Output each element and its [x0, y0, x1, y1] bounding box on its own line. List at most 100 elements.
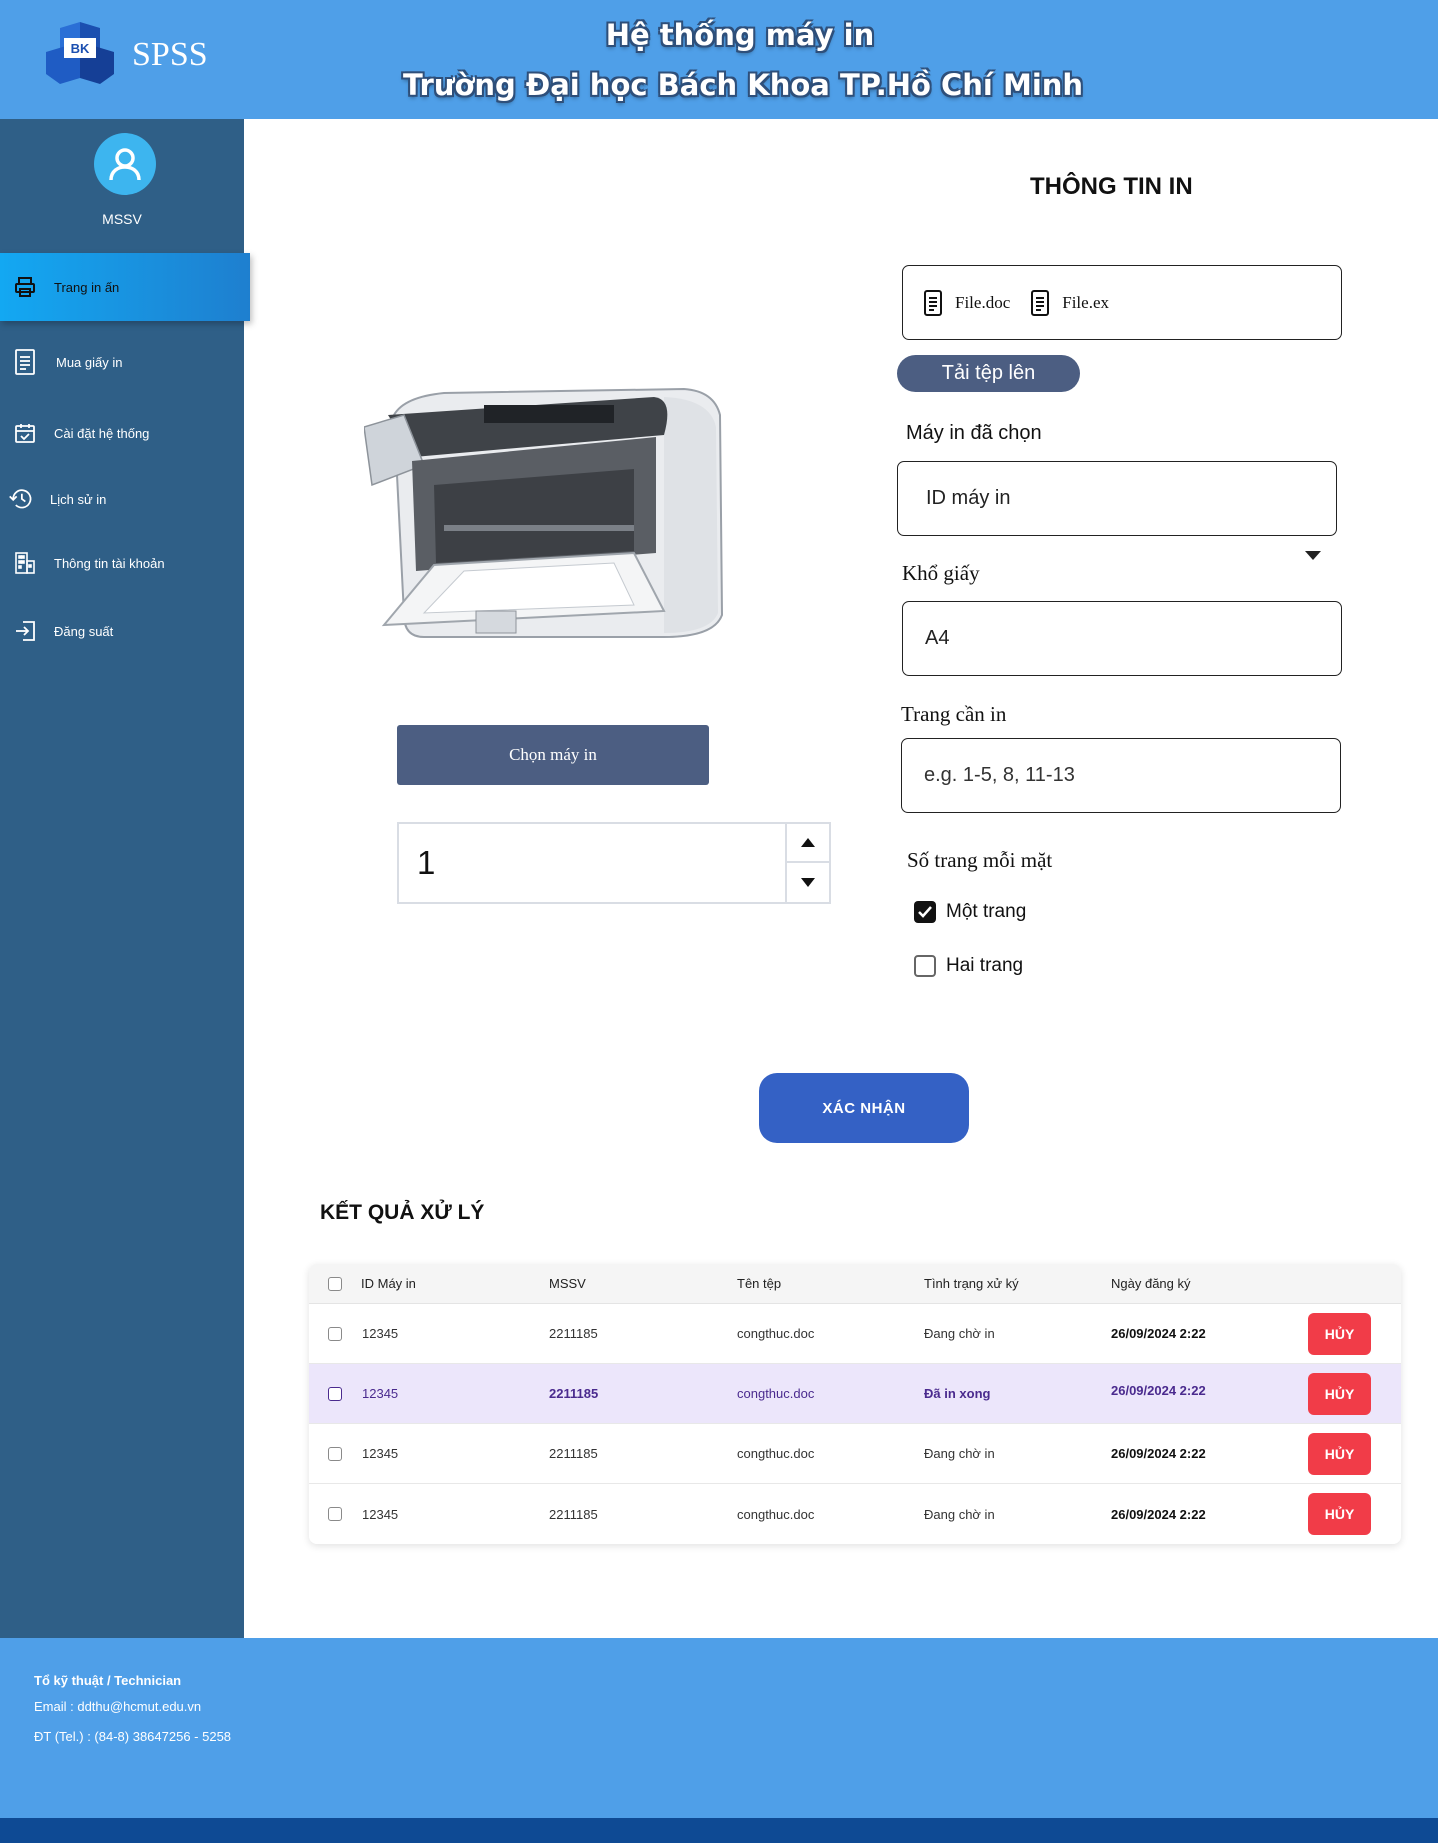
- page: BK SPSS Hệ thống máy in Trường Đại học B…: [0, 0, 1438, 1843]
- select-all-checkbox[interactable]: [328, 1264, 342, 1303]
- choose-printer-button[interactable]: Chọn máy in: [397, 725, 709, 785]
- footer-team: Tổ kỹ thuật / Technician: [34, 1673, 182, 1688]
- table-row[interactable]: 12345 2211185 congthuc.doc Đã in xong 26…: [309, 1364, 1401, 1424]
- pages-label: Trang cần in: [901, 702, 1007, 726]
- option-one-page[interactable]: Một trang: [914, 901, 1026, 923]
- copies-stepper[interactable]: 1: [397, 822, 831, 904]
- cancel-button[interactable]: HỦY: [1308, 1433, 1371, 1475]
- date-cell: 26/09/2024 2:22: [1111, 1326, 1206, 1341]
- caret-down-icon: [801, 878, 815, 887]
- sidebar: MSSV Trang in ấn Mua giấy in Cài đặt hệ …: [0, 119, 250, 1643]
- document-icon: [923, 289, 943, 316]
- stepper-buttons: [785, 824, 829, 902]
- sidebar-item-history[interactable]: Lịch sử in: [0, 471, 244, 527]
- file-cell: congthuc.doc: [737, 1506, 815, 1522]
- footer: Tổ kỹ thuật / Technician Email : ddthu@h…: [0, 1638, 1438, 1818]
- mssv-cell: 2211185: [549, 1386, 599, 1401]
- column-header: ID Máy in: [361, 1276, 416, 1291]
- logout-icon: [12, 618, 38, 644]
- row-checkbox[interactable]: [328, 1364, 342, 1423]
- status-cell: Đang chờ in: [924, 1506, 995, 1522]
- table-header: ID Máy in MSSV Tên tệp Tình trạng xử ký …: [309, 1264, 1401, 1304]
- status-cell: Đã in xong: [924, 1386, 991, 1401]
- printer-label: Máy in đã chọn: [906, 422, 1042, 444]
- mssv-cell: 2211185: [549, 1506, 598, 1522]
- mssv-cell: 2211185: [549, 1446, 598, 1461]
- checkbox-checked[interactable]: [914, 901, 936, 923]
- sidebar-item-settings[interactable]: Cài đặt hệ thống: [0, 405, 244, 461]
- option-label: Hai trang: [946, 955, 1024, 976]
- option-two-pages[interactable]: Hai trang: [914, 955, 1023, 977]
- cancel-button[interactable]: HỦY: [1308, 1493, 1371, 1535]
- chevron-down-icon[interactable]: [1305, 551, 1321, 560]
- sidebar-item-print[interactable]: Trang in ấn: [0, 253, 250, 321]
- table-row[interactable]: 12345 2211185 congthuc.doc Đang chờ in 2…: [309, 1304, 1401, 1364]
- footer-bar: [0, 1818, 1438, 1843]
- sidebar-item-label: Trang in ấn: [54, 279, 120, 295]
- results-title: KẾT QUẢ XỬ LÝ: [320, 1201, 485, 1224]
- sidebar-item-label: Cài đặt hệ thống: [54, 425, 150, 441]
- sidebar-item-account[interactable]: Thông tin tài khoản: [0, 535, 244, 591]
- column-header: Ngày đăng ký: [1111, 1276, 1191, 1291]
- sidebar-item-buy-paper[interactable]: Mua giấy in: [0, 334, 244, 390]
- increment-button[interactable]: [787, 824, 829, 863]
- row-checkbox[interactable]: [328, 1484, 342, 1544]
- footer-phone: ĐT (Tel.) : (84-8) 38647256 - 5258: [34, 1729, 232, 1744]
- table-row[interactable]: 12345 2211185 congthuc.doc Đang chờ in 2…: [309, 1484, 1401, 1544]
- printer-id-cell: 12345: [362, 1326, 399, 1341]
- history-icon: [8, 486, 34, 512]
- upload-button[interactable]: Tải tệp lên: [897, 355, 1080, 392]
- row-checkbox[interactable]: [328, 1304, 342, 1363]
- building-icon: [12, 550, 38, 576]
- date-cell: 26/09/2024 2:22: [1111, 1446, 1206, 1461]
- printer-image: [364, 375, 724, 645]
- file-chip[interactable]: File.ex: [1030, 289, 1109, 316]
- uploaded-files: File.doc File.ex: [902, 265, 1342, 340]
- checkbox-unchecked[interactable]: [914, 955, 936, 977]
- row-checkbox[interactable]: [328, 1424, 342, 1483]
- results-table: ID Máy in MSSV Tên tệp Tình trạng xử ký …: [309, 1264, 1401, 1544]
- header: BK SPSS Hệ thống máy in Trường Đại học B…: [0, 0, 1438, 119]
- status-cell: Đang chờ in: [924, 1446, 995, 1461]
- file-cell: congthuc.doc: [737, 1386, 815, 1401]
- sidebar-item-label: Thông tin tài khoản: [54, 555, 165, 571]
- printer-id-cell: 12345: [362, 1506, 399, 1522]
- avatar[interactable]: [94, 133, 156, 195]
- user-label: MSSV: [102, 211, 142, 227]
- decrement-button[interactable]: [787, 863, 829, 902]
- sidebar-item-logout[interactable]: Đăng suất: [0, 603, 244, 659]
- sidebar-item-label: Đăng suất: [54, 623, 114, 639]
- printer-id-cell: 12345: [362, 1386, 399, 1401]
- document-icon: [1030, 289, 1050, 316]
- mssv-cell: 2211185: [549, 1326, 598, 1341]
- table-row[interactable]: 12345 2211185 congthuc.doc Đang chờ in 2…: [309, 1424, 1401, 1484]
- column-header: Tên tệp: [737, 1276, 782, 1291]
- page-title-line1: Hệ thống máy in: [605, 18, 875, 52]
- file-cell: congthuc.doc: [737, 1326, 815, 1341]
- column-header: MSSV: [549, 1276, 586, 1291]
- calendar-check-icon: [12, 420, 38, 446]
- file-chip[interactable]: File.doc: [923, 289, 1010, 316]
- pages-per-side-label: Số trang mỗi mặt: [907, 848, 1053, 872]
- paper-size-field[interactable]: A4: [902, 601, 1342, 676]
- printer-icon: [12, 274, 38, 300]
- print-info-title: THÔNG TIN IN: [1030, 173, 1193, 200]
- option-label: Một trang: [946, 901, 1027, 922]
- copies-value[interactable]: 1: [417, 844, 435, 882]
- sidebar-item-label: Mua giấy in: [56, 354, 123, 370]
- status-cell: Đang chờ in: [924, 1326, 995, 1341]
- printer-id-cell: 12345: [362, 1446, 399, 1461]
- footer-email[interactable]: Email : ddthu@hcmut.edu.vn: [34, 1699, 201, 1714]
- cancel-button[interactable]: HỦY: [1308, 1313, 1371, 1355]
- file-cell: congthuc.doc: [737, 1446, 815, 1461]
- page-title-line2: Trường Đại học Bách Khoa TP.Hồ Chí Minh: [402, 68, 1084, 102]
- check-icon: [918, 906, 932, 918]
- cancel-button[interactable]: HỦY: [1308, 1373, 1371, 1415]
- confirm-button[interactable]: XÁC NHẬN: [759, 1073, 969, 1143]
- user-icon: [109, 148, 141, 181]
- paper-size-label: Khổ giấy: [902, 561, 980, 585]
- sidebar-item-label: Lịch sử in: [50, 491, 107, 507]
- pages-input[interactable]: e.g. 1-5, 8, 11-13: [901, 738, 1341, 813]
- printer-select[interactable]: ID máy in: [897, 461, 1337, 536]
- date-cell: 26/09/2024 2:22: [1111, 1383, 1206, 1398]
